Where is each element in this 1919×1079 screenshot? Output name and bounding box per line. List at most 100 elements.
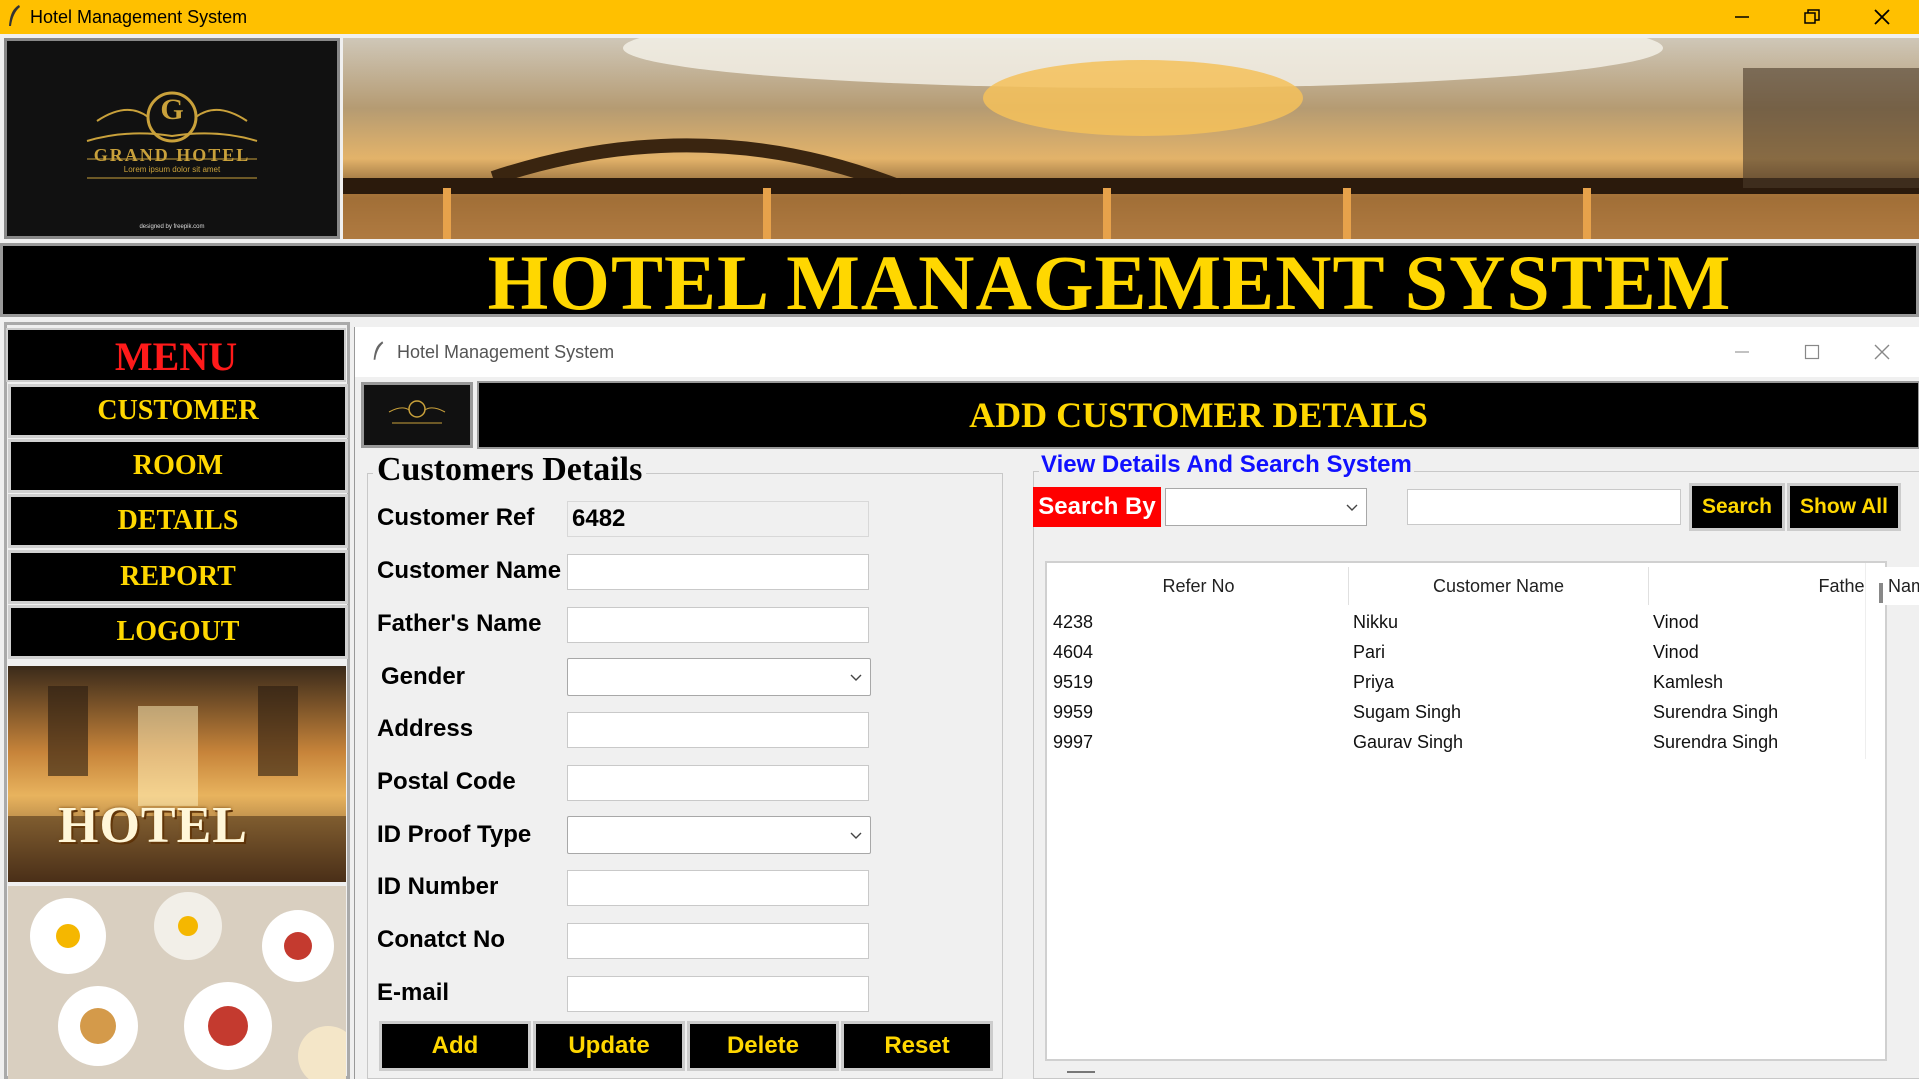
small-hotel-logo: [361, 382, 473, 448]
cell-refer-no: 9959: [1053, 702, 1094, 722]
column-header-refer-no[interactable]: Refer No: [1049, 567, 1349, 605]
id-proof-type-select[interactable]: [567, 816, 871, 854]
view-details-legend: View Details And Search System: [1039, 451, 1414, 479]
gender-label: Gender: [381, 663, 466, 690]
cell-fathers-name: Kamlesh: [1653, 672, 1724, 692]
chevron-down-icon: [1346, 504, 1358, 511]
search-input[interactable]: [1407, 489, 1681, 525]
email-field[interactable]: [567, 976, 869, 1012]
reset-button[interactable]: Reset: [841, 1021, 993, 1071]
window-title: Hotel Management System: [30, 7, 248, 27]
menu-heading: MENU: [6, 328, 346, 382]
main-title-bar: HOTEL MANAGEMENT SYSTEM: [0, 239, 1919, 326]
grand-hotel-logo-icon: [86, 91, 258, 179]
window-titlebar: Hotel Management System: [0, 0, 1919, 34]
hotel-sign-text: HOTEL: [58, 797, 248, 854]
cell-customer-name: Priya: [1353, 672, 1395, 692]
cell-refer-no: 4238: [1053, 612, 1094, 632]
app-main-title: HOTEL MANAGEMENT SYSTEM: [487, 239, 1732, 326]
close-button[interactable]: [1852, 0, 1912, 34]
table-row[interactable]: 9519 Priya Kamlesh: [1047, 667, 1867, 697]
hotel-facade-image: HOTEL: [8, 666, 346, 882]
logo-tagline: Lorem ipsum dolor sit amet: [123, 165, 221, 174]
customer-ref-field[interactable]: 6482: [567, 501, 869, 537]
cell-refer-no: 9519: [1053, 672, 1094, 692]
delete-button[interactable]: Delete: [687, 1021, 839, 1071]
logo-name: GRAND HOTEL: [93, 145, 251, 165]
menu-title: MENU: [114, 334, 238, 379]
hotel-logo: G GRAND HOTEL Lorem ipsum dolor sit amet…: [4, 38, 340, 239]
id-proof-type-label: ID Proof Type: [377, 821, 532, 848]
table-row[interactable]: 9959 Sugam Singh Surendra Singh: [1047, 697, 1867, 727]
cell-customer-name: Sugam Singh: [1353, 702, 1462, 722]
restore-icon: [1804, 9, 1820, 24]
cell-customer-name: Pari: [1353, 642, 1386, 662]
inner-close-button[interactable]: [1865, 335, 1899, 369]
cell-refer-no: 9997: [1053, 732, 1094, 752]
inner-window-title: Hotel Management System: [397, 342, 615, 362]
vertical-scrollbar[interactable]: [1865, 563, 1885, 759]
cell-customer-name: Gaurav Singh: [1353, 732, 1464, 752]
horizontal-scrollbar[interactable]: [1045, 1065, 1887, 1079]
chevron-down-icon: [850, 674, 862, 681]
postal-code-field[interactable]: [567, 765, 869, 801]
add-customer-heading: ADD CUSTOMER DETAILS: [969, 395, 1428, 435]
cell-refer-no: 4604: [1053, 642, 1094, 662]
postal-code-label: Postal Code: [377, 768, 516, 795]
cell-fathers-name: Surendra Singh: [1653, 702, 1779, 722]
cell-fathers-name: Vinod: [1653, 612, 1699, 632]
customer-window: Hotel Management System ADD CUSTOMER DET…: [354, 327, 1919, 1079]
update-button[interactable]: Update: [533, 1021, 685, 1071]
close-icon: [1874, 9, 1890, 25]
search-by-select[interactable]: [1165, 488, 1367, 526]
show-all-button[interactable]: Show All: [1787, 483, 1901, 531]
search-by-label: Search By: [1033, 487, 1161, 527]
address-field[interactable]: [567, 712, 869, 748]
vertical-scroll-thumb[interactable]: [1879, 583, 1883, 603]
column-header-customer-name[interactable]: Customer Name: [1349, 567, 1649, 605]
menu-room-button[interactable]: ROOM: [8, 439, 348, 493]
inner-minimize-button[interactable]: [1725, 335, 1759, 369]
feather-icon: [373, 341, 384, 360]
menu-report-button[interactable]: REPORT: [8, 550, 348, 604]
contact-no-field[interactable]: [567, 923, 869, 959]
maximize-icon: [1804, 344, 1820, 360]
inner-maximize-button[interactable]: [1795, 335, 1829, 369]
gender-select[interactable]: [567, 658, 871, 696]
table-row[interactable]: 4238 Nikku Vinod: [1047, 607, 1867, 637]
table-row[interactable]: 4604 Pari Vinod: [1047, 637, 1867, 667]
id-number-field[interactable]: [567, 870, 869, 906]
breakfast-image: [8, 886, 346, 1079]
logo-credit: designed by freepik.com: [139, 224, 205, 230]
cell-fathers-name: Surendra Singh: [1653, 732, 1779, 752]
horizontal-scroll-thumb[interactable]: [1067, 1071, 1095, 1073]
feather-icon: [9, 5, 20, 26]
menu-logout-button[interactable]: LOGOUT: [8, 605, 348, 659]
minimize-icon: [1735, 16, 1749, 18]
customer-details-legend: Customers Details: [373, 451, 647, 489]
fathers-name-label: Father's Name: [377, 610, 542, 637]
lobby-banner-image: [343, 38, 1919, 239]
contact-no-label: Conatct No: [377, 926, 505, 953]
minimize-button[interactable]: [1712, 0, 1772, 34]
chevron-down-icon: [850, 832, 862, 839]
add-button[interactable]: Add: [379, 1021, 531, 1071]
inner-titlebar: Hotel Management System: [355, 327, 1919, 377]
fathers-name-field[interactable]: [567, 607, 869, 643]
email-label: E-mail: [377, 979, 450, 1006]
add-customer-heading-bar: ADD CUSTOMER DETAILS: [477, 381, 1919, 449]
logo-initial: G: [160, 93, 184, 126]
menu-details-button[interactable]: DETAILS: [8, 494, 348, 548]
customer-name-field[interactable]: [567, 554, 869, 590]
table-row[interactable]: 9997 Gaurav Singh Surendra Singh: [1047, 727, 1867, 757]
minimize-icon: [1735, 351, 1749, 353]
menu-customer-button[interactable]: CUSTOMER: [8, 384, 348, 438]
id-number-label: ID Number: [377, 873, 499, 900]
customer-table: Refer No Customer Name Father's Name 423…: [1045, 561, 1919, 1061]
customer-ref-label: Customer Ref: [377, 504, 535, 531]
search-button[interactable]: Search: [1689, 483, 1785, 531]
restore-button[interactable]: [1782, 0, 1842, 34]
address-label: Address: [377, 715, 474, 742]
cell-customer-name: Nikku: [1353, 612, 1399, 632]
close-icon: [1874, 344, 1890, 360]
